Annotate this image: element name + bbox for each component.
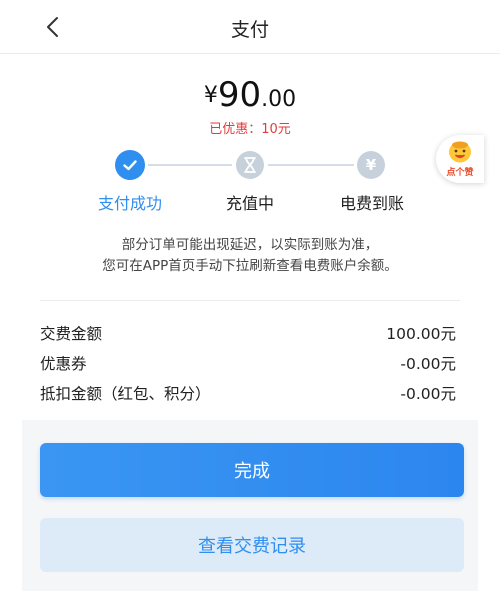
notice-line: 部分订单可能出现延迟，以实际到账为准， bbox=[121, 237, 379, 253]
step-pending-indicator bbox=[236, 151, 264, 179]
step-connector bbox=[268, 164, 354, 166]
progress-steps: ¥ 支付成功 充值中 电费到账 bbox=[0, 150, 500, 220]
payment-amount: ¥90.00 bbox=[0, 75, 500, 115]
detail-row-payment-amount: 交费金额 100.00元 bbox=[40, 318, 456, 348]
payment-details: 交费金额 100.00元 优惠券 -0.00元 抵扣金额（红包、积分） -0.0… bbox=[40, 318, 456, 408]
step-connector bbox=[148, 164, 232, 166]
detail-value: -0.00元 bbox=[400, 385, 456, 403]
nav-bar: 支付 bbox=[0, 0, 500, 54]
notice-line: 您可在APP首页手动下拉刷新查看电费账户余额。 bbox=[102, 258, 398, 274]
detail-label: 交费金额 bbox=[40, 325, 103, 343]
step-label-recharging: 充值中 bbox=[225, 194, 274, 213]
step-label-paid: 支付成功 bbox=[97, 194, 162, 213]
check-icon bbox=[123, 160, 137, 171]
yen-icon: ¥ bbox=[357, 151, 385, 179]
detail-row-coupon: 优惠券 -0.00元 bbox=[40, 348, 456, 378]
done-button[interactable]: 完成 bbox=[40, 443, 464, 497]
amount-decimal: .00 bbox=[261, 87, 297, 112]
detail-value: -0.00元 bbox=[400, 355, 456, 373]
detail-label: 抵扣金额（红包、积分） bbox=[40, 385, 211, 403]
step-label-credited: 电费到账 bbox=[339, 194, 404, 213]
discount-text: 已优惠：10元 bbox=[209, 122, 291, 137]
amount-integer: 90 bbox=[217, 75, 262, 115]
page-title: 支付 bbox=[230, 19, 269, 41]
detail-value: 100.00元 bbox=[386, 325, 456, 343]
view-records-button[interactable]: 查看交费记录 bbox=[40, 518, 464, 572]
section-divider bbox=[40, 300, 460, 301]
hourglass-icon bbox=[244, 157, 256, 173]
delay-notice: 部分订单可能出现延迟，以实际到账为准， 您可在APP首页手动下拉刷新查看电费账户… bbox=[0, 235, 500, 277]
currency-symbol: ¥ bbox=[203, 83, 218, 108]
detail-row-deduction: 抵扣金额（红包、积分） -0.00元 bbox=[40, 378, 456, 408]
step-done-indicator bbox=[115, 150, 145, 180]
detail-label: 优惠券 bbox=[40, 355, 87, 373]
